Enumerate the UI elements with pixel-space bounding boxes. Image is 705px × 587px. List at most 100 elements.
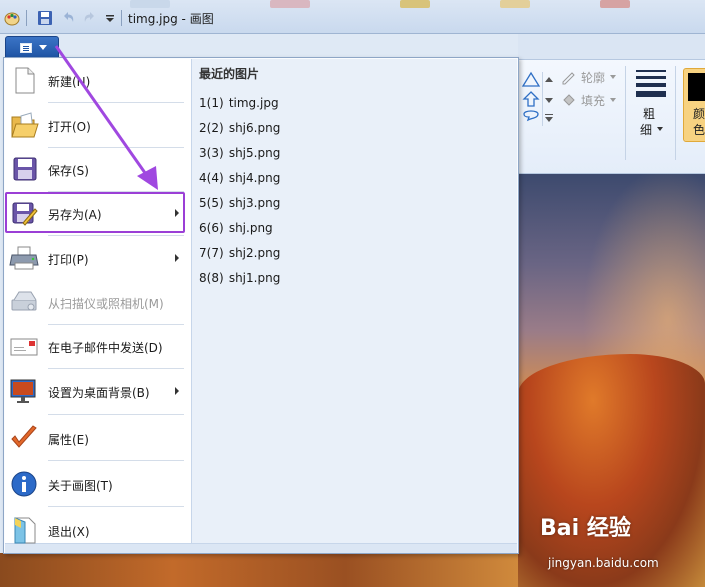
printer-icon [9, 246, 39, 270]
recent-item-name: shj4.png [228, 171, 281, 185]
menu-item-label: 新建(N) [48, 75, 91, 89]
recent-item-number: 1(1) [199, 96, 224, 110]
recent-item-name: shj.png [228, 221, 273, 235]
menu-item-label: 属性(E) [48, 433, 89, 447]
size-label[interactable]: 粗 [643, 105, 655, 122]
color1-swatch [688, 73, 705, 101]
recent-item[interactable]: 5(5) shj3.png [199, 196, 280, 210]
line-width-sample [636, 70, 666, 72]
taskbar-strip [130, 0, 170, 8]
menu-separator [48, 506, 184, 507]
save-disk-icon [13, 157, 37, 181]
recent-item-name: shj6.png [228, 121, 281, 135]
info-icon [11, 471, 37, 497]
qat-separator [26, 10, 27, 26]
chevron-down-icon [39, 45, 47, 50]
recent-item-number: 4(4) [199, 171, 224, 185]
outline-icon [562, 72, 575, 85]
taskbar-strip [270, 0, 310, 8]
outline-label[interactable]: 轮廓 [581, 69, 605, 86]
recent-item-number: 3(3) [199, 146, 224, 160]
fill-dropdown-icon[interactable] [610, 98, 616, 102]
fill-label[interactable]: 填充 [581, 92, 605, 109]
desktop-background-icon [10, 379, 36, 403]
recent-item[interactable]: 7(7) shj2.png [199, 246, 280, 260]
recent-item-number: 2(2) [199, 121, 224, 135]
checkmark-icon [11, 425, 37, 448]
scanner-icon [11, 291, 37, 311]
menu-item-label: 打开(O) [48, 120, 91, 134]
save-icon[interactable] [37, 10, 53, 26]
line-width-sample [636, 76, 666, 79]
menu-item-open[interactable]: 打开(O) [3, 103, 183, 147]
recent-item-name: timg.jpg [228, 96, 279, 110]
qat-separator [121, 10, 122, 26]
menu-item-label: 从扫描仪或照相机(M) [48, 297, 164, 311]
title-bar: timg.jpg - 画图 [0, 0, 705, 34]
fill-icon [563, 94, 575, 106]
window-title: timg.jpg - 画图 [128, 12, 214, 26]
open-folder-icon [11, 112, 39, 138]
recent-item[interactable]: 4(4) shj4.png [199, 171, 280, 185]
canvas-image-hill [518, 354, 705, 587]
menu-item-print[interactable]: 打印(P) [3, 236, 183, 280]
size-dropdown-icon[interactable] [657, 127, 663, 131]
ribbon-separator [625, 66, 626, 160]
canvas-image-strip [0, 553, 518, 587]
recent-item[interactable]: 6(6) shj.png [199, 221, 273, 235]
menu-item-email[interactable]: 在电子邮件中发送(D) [3, 324, 183, 368]
menu-separator [48, 460, 184, 461]
watermark-url: jingyan.baidu.com [548, 556, 659, 570]
redo-icon[interactable] [82, 10, 98, 26]
menu-item-label: 设置为桌面背景(B) [48, 386, 150, 400]
recent-item-number: 5(5) [199, 196, 224, 210]
undo-icon[interactable] [60, 10, 76, 26]
paint-app-icon[interactable] [4, 10, 20, 26]
menu-item-label: 保存(S) [48, 164, 89, 178]
menu-item-new[interactable]: 新建(N) [3, 58, 183, 102]
shapes-scroll[interactable] [542, 72, 554, 126]
exit-icon [14, 517, 36, 544]
taskbar-strip [500, 0, 530, 8]
shapes-gallery[interactable] [520, 70, 542, 128]
menu-item-label: 打印(P) [48, 253, 89, 267]
watermark-brand: Bai 经验 [540, 516, 631, 541]
submenu-arrow-icon [175, 254, 179, 262]
recent-item[interactable]: 1(1) timg.jpg [199, 96, 279, 110]
menu-item-set-desktop-background[interactable]: 设置为桌面背景(B) [3, 369, 183, 413]
recent-item-name: shj1.png [228, 271, 281, 285]
ribbon-separator [675, 66, 676, 160]
line-width-sample [636, 91, 666, 97]
recent-item-name: shj5.png [228, 146, 281, 160]
recent-item[interactable]: 8(8) shj1.png [199, 271, 280, 285]
recent-item-number: 6(6) [199, 221, 224, 235]
menu-separator [48, 414, 184, 415]
menu-item-properties[interactable]: 属性(E) [3, 416, 183, 460]
recent-item[interactable]: 3(3) shj5.png [199, 146, 280, 160]
ribbon-tabstrip [518, 34, 705, 60]
color-label: 色 [693, 123, 705, 137]
menu-item-label: 退出(X) [48, 525, 90, 539]
customize-qat-icon[interactable] [102, 10, 118, 26]
line-width-sample [636, 83, 666, 87]
menu-item-exit[interactable]: 退出(X) [3, 508, 183, 552]
color-label: 颜 [693, 107, 705, 121]
recent-pictures-title: 最近的图片 [199, 67, 260, 81]
new-file-icon [15, 67, 35, 94]
taskbar-strip [600, 0, 630, 8]
size-label[interactable]: 细 [640, 121, 652, 138]
menu-item-label: 关于画图(T) [48, 479, 113, 493]
taskbar-strip [400, 0, 430, 8]
save-as-highlight-box [5, 192, 185, 233]
recent-item[interactable]: 2(2) shj6.png [199, 121, 280, 135]
app-menu-button[interactable] [5, 36, 59, 58]
menu-item-about-paint[interactable]: 关于画图(T) [3, 462, 183, 506]
outline-dropdown-icon[interactable] [610, 75, 616, 79]
menu-item-label: 在电子邮件中发送(D) [48, 341, 163, 355]
recent-item-number: 8(8) [199, 271, 224, 285]
recent-item-name: shj3.png [228, 196, 281, 210]
menu-item-save[interactable]: 保存(S) [3, 147, 183, 191]
submenu-arrow-icon [175, 387, 179, 395]
menu-item-from-scanner[interactable]: 从扫描仪或照相机(M) [3, 280, 183, 324]
recent-item-number: 7(7) [199, 246, 224, 260]
